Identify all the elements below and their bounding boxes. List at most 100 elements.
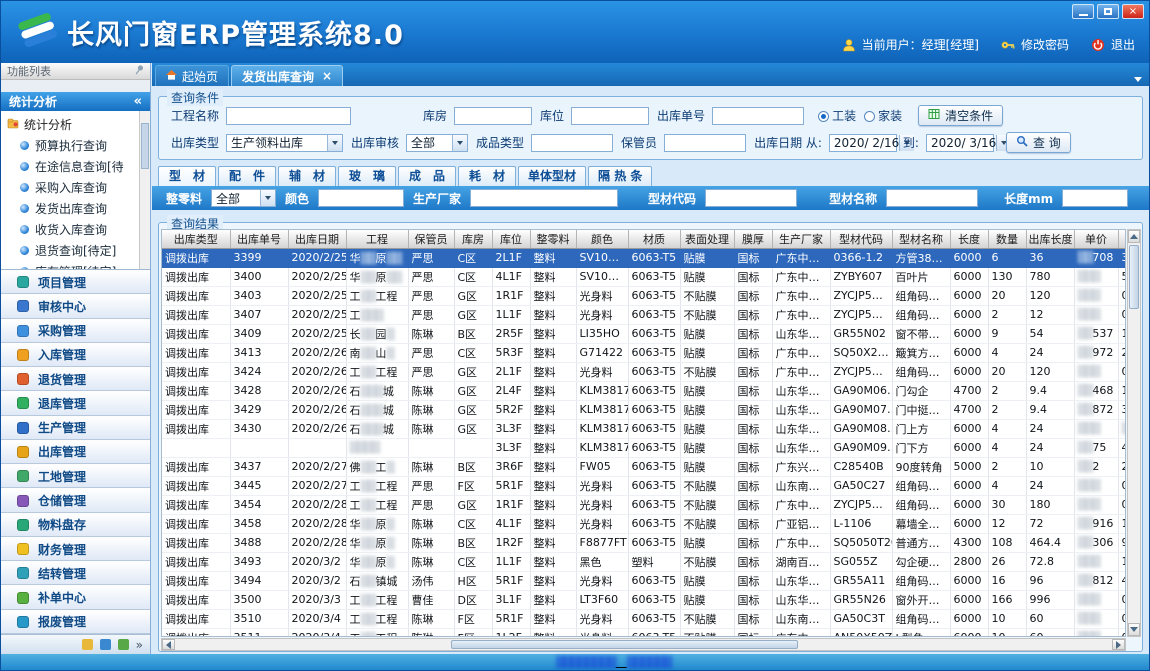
- vertical-scroll-thumb[interactable]: [1129, 245, 1139, 309]
- material-tab[interactable]: 单体型材: [518, 166, 586, 186]
- sidebar-menu-item[interactable]: 财务管理: [1, 537, 150, 561]
- column-header[interactable]: 材质: [628, 230, 680, 248]
- table-row[interactable]: 调拨出库34002020/2/25华▒▒原▒▒严思C区4L1F整料SV10…60…: [162, 267, 1126, 286]
- tree-root[interactable]: 统计分析: [7, 114, 138, 135]
- table-row[interactable]: 调拨出库34072020/2/25工▒▒▒严思G区1L1F整料光身料6063-T…: [162, 305, 1126, 324]
- date-to-picker[interactable]: 2020/ 3/16: [926, 134, 994, 152]
- tree-item[interactable]: 收货入库查询: [7, 219, 138, 240]
- footer-expand-icon[interactable]: »: [136, 638, 143, 652]
- horizontal-scroll-thumb[interactable]: [451, 640, 798, 649]
- column-header[interactable]: 颜色: [576, 230, 628, 248]
- whole-piece-select[interactable]: 全部: [211, 189, 276, 207]
- search-button[interactable]: 查 询: [1006, 132, 1071, 153]
- column-header[interactable]: 表面处理: [680, 230, 734, 248]
- material-tab[interactable]: 玻 璃: [338, 166, 396, 186]
- tree-item[interactable]: 在途信息查询[待: [7, 156, 138, 177]
- column-header[interactable]: 工程: [346, 230, 408, 248]
- column-header[interactable]: 数量: [988, 230, 1026, 248]
- table-row[interactable]: 调拨出库34302020/2/26石▒▒▒城陈琳G区3L3F整料KLM38176…: [162, 419, 1126, 438]
- stats-section-header[interactable]: 统计分析 «: [1, 92, 150, 111]
- sidebar-menu-item[interactable]: 采购管理: [1, 319, 150, 343]
- column-header[interactable]: 单价: [1074, 230, 1118, 248]
- minimize-button[interactable]: [1072, 4, 1094, 19]
- column-header[interactable]: 出库类型: [162, 230, 230, 248]
- sidebar-menu-item[interactable]: 项目管理: [1, 270, 150, 294]
- profile-code-input[interactable]: [705, 189, 797, 207]
- order-no-input[interactable]: [712, 107, 804, 125]
- radio-home[interactable]: 家装: [864, 107, 902, 124]
- column-header[interactable]: 型材代码: [830, 230, 892, 248]
- column-header[interactable]: 金额: [1118, 230, 1126, 248]
- tree-item[interactable]: 发货出库查询: [7, 198, 138, 219]
- sidebar-menu-item[interactable]: 退库管理: [1, 391, 150, 415]
- table-row[interactable]: 调拨出库34132020/2/26南▒▒山▒严思C区5R3F整料G7142260…: [162, 343, 1126, 362]
- sidebar-menu-item[interactable]: 补单中心: [1, 585, 150, 609]
- column-header[interactable]: 出库单号: [230, 230, 288, 248]
- table-row[interactable]: 调拨出库34292020/2/26石▒▒▒城陈琳G区5R2F整料KLM38176…: [162, 400, 1126, 419]
- material-tab[interactable]: 型 材: [158, 166, 216, 186]
- table-row[interactable]: 调拨出库33992020/2/25华▒▒原▒▒严思C区2L1F整料SV10…60…: [162, 248, 1126, 267]
- table-row[interactable]: 调拨出库34542020/2/28工▒▒工程严思G区1R1F整料光身料6063-…: [162, 495, 1126, 514]
- table-row[interactable]: 调拨出库34582020/2/28华▒▒原▒陈琳C区4L1F整料光身料6063-…: [162, 514, 1126, 533]
- sidebar-menu-item[interactable]: 退货管理: [1, 367, 150, 391]
- sidebar-menu-item[interactable]: 物料盘存: [1, 513, 150, 537]
- column-header[interactable]: 保管员: [408, 230, 454, 248]
- sidebar-menu-item[interactable]: 生产管理: [1, 416, 150, 440]
- sidebar-menu-item[interactable]: 仓储管理: [1, 488, 150, 512]
- tree-item[interactable]: 预算执行查询: [7, 135, 138, 156]
- scroll-down-icon[interactable]: [1128, 623, 1140, 636]
- out-type-select[interactable]: 生产领料出库: [226, 134, 343, 152]
- material-tab[interactable]: 隔 热 条: [588, 166, 652, 186]
- collapse-icon[interactable]: «: [134, 94, 142, 109]
- maximize-button[interactable]: [1097, 4, 1119, 19]
- footer-folder-icon[interactable]: [82, 639, 93, 650]
- scroll-left-icon[interactable]: [162, 639, 175, 650]
- table-row[interactable]: 调拨出库34032020/2/25工▒▒工程严思G区1R1F整料光身料6063-…: [162, 286, 1126, 305]
- clear-conditions-button[interactable]: 清空条件: [918, 105, 1003, 126]
- change-password-link[interactable]: 修改密码: [1021, 36, 1069, 53]
- pin-icon[interactable]: [134, 64, 144, 79]
- table-row[interactable]: 调拨出库35112020/3/4工▒▒工程陈琳F区1L2F整料光身料6063-T…: [162, 628, 1126, 637]
- column-header[interactable]: 长度: [950, 230, 988, 248]
- keeper-input[interactable]: [664, 134, 746, 152]
- column-header[interactable]: 膜厚: [734, 230, 772, 248]
- tree-item[interactable]: 库存管理[待定]: [7, 261, 138, 269]
- table-row[interactable]: 调拨出库34452020/2/27工▒▒工程严思F区5R1F整料光身料6063-…: [162, 476, 1126, 495]
- sidebar-menu-item[interactable]: 结转管理: [1, 561, 150, 585]
- factory-input[interactable]: [470, 189, 618, 207]
- table-row[interactable]: 调拨出库34942020/3/2石▒▒镇城汤伟H区5R1F整料光身料6063-T…: [162, 571, 1126, 590]
- status-links[interactable]: ▒▒▒▒▒▒▒▒ ▒▒▒▒▒▒: [556, 654, 671, 670]
- sidebar-menu-item[interactable]: 入库管理: [1, 343, 150, 367]
- radio-work[interactable]: 工装: [818, 107, 856, 124]
- product-type-input[interactable]: [531, 134, 613, 152]
- tab-start-page[interactable]: 起始页: [155, 65, 229, 86]
- sidebar-menu-item[interactable]: 报废管理: [1, 610, 150, 634]
- scroll-right-icon[interactable]: [1112, 639, 1125, 650]
- warehouse-input[interactable]: [454, 107, 532, 125]
- material-tab[interactable]: 耗 材: [458, 166, 516, 186]
- logout-link[interactable]: 退出: [1111, 36, 1135, 53]
- tree-scroll-thumb[interactable]: [141, 123, 149, 169]
- table-row[interactable]: 调拨出库34092020/2/25长▒▒园▒陈琳B区2R5F整料LI35HO60…: [162, 324, 1126, 343]
- color-input[interactable]: [318, 189, 404, 207]
- table-row[interactable]: 调拨出库34242020/2/26工▒▒工程严思G区2L1F整料光身料6063-…: [162, 362, 1126, 381]
- column-header[interactable]: 出库长度: [1026, 230, 1074, 248]
- material-tab[interactable]: 辅 材: [278, 166, 336, 186]
- tree-item[interactable]: 采购入库查询: [7, 177, 138, 198]
- table-row[interactable]: 调拨出库34932020/3/2华▒▒原▒陈琳C区1L1F整料黑色塑料不贴膜国标…: [162, 552, 1126, 571]
- footer-monitor-icon[interactable]: [100, 639, 111, 650]
- material-tab[interactable]: 成 品: [398, 166, 456, 186]
- tree-item[interactable]: 退货查询[待定]: [7, 240, 138, 261]
- tab-shipping-outbound-query[interactable]: 发货出库查询 ×: [231, 65, 343, 86]
- column-header[interactable]: 出库日期: [288, 230, 346, 248]
- results-horizontal-scrollbar[interactable]: [161, 638, 1126, 651]
- column-header[interactable]: 库房: [454, 230, 492, 248]
- results-vertical-scrollbar[interactable]: [1127, 229, 1141, 637]
- column-header[interactable]: 库位: [492, 230, 530, 248]
- table-row[interactable]: ▒▒▒▒3L3F整料KLM38176063-T5贴膜国标山东华…GA90M09……: [162, 438, 1126, 457]
- column-header[interactable]: 整零料: [530, 230, 576, 248]
- column-header[interactable]: 生产厂家: [772, 230, 830, 248]
- footer-note-icon[interactable]: [118, 639, 129, 650]
- column-header[interactable]: 型材名称: [892, 230, 950, 248]
- location-input[interactable]: [571, 107, 649, 125]
